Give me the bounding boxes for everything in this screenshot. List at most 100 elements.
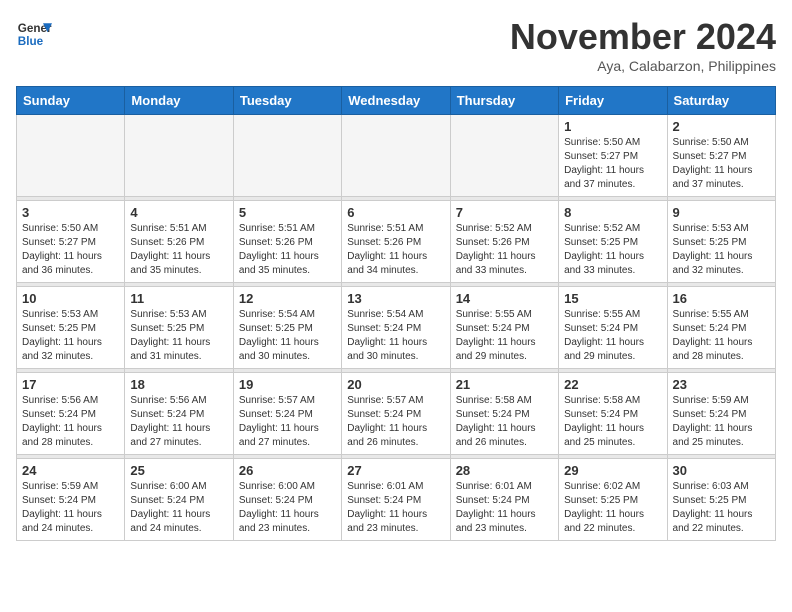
calendar-day-cell: 8 Sunrise: 5:52 AM Sunset: 5:25 PM Daylig… [559, 201, 667, 283]
calendar-week-row: 10Sunrise: 5:53 AM Sunset: 5:25 PM Dayli… [17, 287, 776, 369]
page-header: General Blue November 2024 Aya, Calabarz… [16, 16, 776, 74]
day-info: Sunrise: 5:58 AM Sunset: 5:24 PM Dayligh… [456, 394, 553, 450]
day-number: 24 [22, 463, 119, 478]
calendar-day-cell: 12Sunrise: 5:54 AM Sunset: 5:25 PM Dayli… [233, 287, 341, 369]
day-number: 27 [347, 463, 444, 478]
calendar-day-cell: 16 Sunrise: 5:55 AM Sunset: 5:24 PM Dayli… [667, 287, 775, 369]
calendar-day-cell: 26 Sunrise: 6:00 AM Sunset: 5:24 PM Dayli… [233, 459, 341, 541]
day-info: Sunrise: 5:51 AM Sunset: 5:26 PM Dayligh… [239, 222, 336, 278]
day-info: Sunrise: 5:57 AM Sunset: 5:24 PM Dayligh… [239, 394, 336, 450]
weekday-header: Tuesday [233, 87, 341, 115]
day-number: 25 [130, 463, 227, 478]
day-number: 22 [564, 377, 661, 392]
calendar-day-cell: 7 Sunrise: 5:52 AM Sunset: 5:26 PM Daylig… [450, 201, 558, 283]
day-info: Sunrise: 5:54 AM Sunset: 5:25 PM Dayligh… [239, 308, 336, 364]
day-number: 28 [456, 463, 553, 478]
calendar-week-row: 17 Sunrise: 5:56 AM Sunset: 5:24 PM Dayli… [17, 373, 776, 455]
day-number: 9 [673, 205, 770, 220]
calendar-day-cell: 22 Sunrise: 5:58 AM Sunset: 5:24 PM Dayli… [559, 373, 667, 455]
day-info: Sunrise: 5:58 AM Sunset: 5:24 PM Dayligh… [564, 394, 661, 450]
calendar-day-cell: 6Sunrise: 5:51 AM Sunset: 5:26 PM Daylig… [342, 201, 450, 283]
calendar-day-cell: 23 Sunrise: 5:59 AM Sunset: 5:24 PM Dayli… [667, 373, 775, 455]
day-number: 4 [130, 205, 227, 220]
calendar-week-row: 24 Sunrise: 5:59 AM Sunset: 5:24 PM Dayli… [17, 459, 776, 541]
day-info: Sunrise: 5:59 AM Sunset: 5:24 PM Dayligh… [22, 480, 119, 536]
calendar-day-cell: 5 Sunrise: 5:51 AM Sunset: 5:26 PM Daylig… [233, 201, 341, 283]
calendar-day-cell [125, 115, 233, 197]
svg-text:Blue: Blue [18, 35, 44, 48]
weekday-header: Sunday [17, 87, 125, 115]
day-info: Sunrise: 5:56 AM Sunset: 5:24 PM Dayligh… [22, 394, 119, 450]
calendar-week-row: 3 Sunrise: 5:50 AM Sunset: 5:27 PM Daylig… [17, 201, 776, 283]
day-number: 26 [239, 463, 336, 478]
day-info: Sunrise: 5:50 AM Sunset: 5:27 PM Dayligh… [22, 222, 119, 278]
logo-icon: General Blue [16, 16, 52, 52]
day-number: 3 [22, 205, 119, 220]
calendar-day-cell: 19 Sunrise: 5:57 AM Sunset: 5:24 PM Dayli… [233, 373, 341, 455]
calendar-day-cell: 10Sunrise: 5:53 AM Sunset: 5:25 PM Dayli… [17, 287, 125, 369]
location: Aya, Calabarzon, Philippines [510, 58, 776, 74]
day-number: 5 [239, 205, 336, 220]
day-number: 30 [673, 463, 770, 478]
calendar-day-cell: 1Sunrise: 5:50 AM Sunset: 5:27 PM Daylig… [559, 115, 667, 197]
day-number: 2 [673, 119, 770, 134]
calendar-day-cell [342, 115, 450, 197]
day-number: 29 [564, 463, 661, 478]
calendar-day-cell: 30Sunrise: 6:03 AM Sunset: 5:25 PM Dayli… [667, 459, 775, 541]
day-number: 20 [347, 377, 444, 392]
day-number: 21 [456, 377, 553, 392]
day-info: Sunrise: 6:00 AM Sunset: 5:24 PM Dayligh… [239, 480, 336, 536]
calendar-day-cell: 2Sunrise: 5:50 AM Sunset: 5:27 PM Daylig… [667, 115, 775, 197]
calendar-day-cell: 13Sunrise: 5:54 AM Sunset: 5:24 PM Dayli… [342, 287, 450, 369]
calendar-day-cell: 15 Sunrise: 5:55 AM Sunset: 5:24 PM Dayli… [559, 287, 667, 369]
weekday-header: Monday [125, 87, 233, 115]
calendar-day-cell [17, 115, 125, 197]
day-info: Sunrise: 6:02 AM Sunset: 5:25 PM Dayligh… [564, 480, 661, 536]
calendar-day-cell [233, 115, 341, 197]
month-title: November 2024 [510, 16, 776, 58]
day-info: Sunrise: 5:56 AM Sunset: 5:24 PM Dayligh… [130, 394, 227, 450]
calendar-day-cell: 4Sunrise: 5:51 AM Sunset: 5:26 PM Daylig… [125, 201, 233, 283]
day-info: Sunrise: 5:53 AM Sunset: 5:25 PM Dayligh… [673, 222, 770, 278]
day-info: Sunrise: 5:55 AM Sunset: 5:24 PM Dayligh… [673, 308, 770, 364]
day-info: Sunrise: 6:01 AM Sunset: 5:24 PM Dayligh… [456, 480, 553, 536]
day-number: 11 [130, 291, 227, 306]
weekday-header-row: SundayMondayTuesdayWednesdayThursdayFrid… [17, 87, 776, 115]
weekday-header: Saturday [667, 87, 775, 115]
day-info: Sunrise: 5:51 AM Sunset: 5:26 PM Dayligh… [347, 222, 444, 278]
day-number: 8 [564, 205, 661, 220]
day-number: 19 [239, 377, 336, 392]
calendar-table: SundayMondayTuesdayWednesdayThursdayFrid… [16, 86, 776, 541]
day-number: 15 [564, 291, 661, 306]
day-number: 7 [456, 205, 553, 220]
calendar-day-cell: 20 Sunrise: 5:57 AM Sunset: 5:24 PM Dayli… [342, 373, 450, 455]
weekday-header: Wednesday [342, 87, 450, 115]
day-info: Sunrise: 5:59 AM Sunset: 5:24 PM Dayligh… [673, 394, 770, 450]
calendar-day-cell: 25 Sunrise: 6:00 AM Sunset: 5:24 PM Dayli… [125, 459, 233, 541]
weekday-header: Friday [559, 87, 667, 115]
day-info: Sunrise: 5:53 AM Sunset: 5:25 PM Dayligh… [130, 308, 227, 364]
day-info: Sunrise: 5:57 AM Sunset: 5:24 PM Dayligh… [347, 394, 444, 450]
title-block: November 2024 Aya, Calabarzon, Philippin… [510, 16, 776, 74]
day-info: Sunrise: 5:55 AM Sunset: 5:24 PM Dayligh… [564, 308, 661, 364]
calendar-week-row: 1Sunrise: 5:50 AM Sunset: 5:27 PM Daylig… [17, 115, 776, 197]
weekday-header: Thursday [450, 87, 558, 115]
day-number: 17 [22, 377, 119, 392]
calendar-day-cell: 29 Sunrise: 6:02 AM Sunset: 5:25 PM Dayli… [559, 459, 667, 541]
calendar-day-cell: 24 Sunrise: 5:59 AM Sunset: 5:24 PM Dayli… [17, 459, 125, 541]
day-info: Sunrise: 5:53 AM Sunset: 5:25 PM Dayligh… [22, 308, 119, 364]
calendar-day-cell: 21 Sunrise: 5:58 AM Sunset: 5:24 PM Dayli… [450, 373, 558, 455]
day-info: Sunrise: 5:52 AM Sunset: 5:26 PM Dayligh… [456, 222, 553, 278]
day-number: 13 [347, 291, 444, 306]
day-info: Sunrise: 6:00 AM Sunset: 5:24 PM Dayligh… [130, 480, 227, 536]
calendar-day-cell: 9 Sunrise: 5:53 AM Sunset: 5:25 PM Daylig… [667, 201, 775, 283]
calendar-day-cell: 27Sunrise: 6:01 AM Sunset: 5:24 PM Dayli… [342, 459, 450, 541]
calendar-day-cell: 18 Sunrise: 5:56 AM Sunset: 5:24 PM Dayli… [125, 373, 233, 455]
day-info: Sunrise: 5:50 AM Sunset: 5:27 PM Dayligh… [564, 136, 661, 192]
day-number: 16 [673, 291, 770, 306]
day-number: 23 [673, 377, 770, 392]
calendar-day-cell: 11 Sunrise: 5:53 AM Sunset: 5:25 PM Dayli… [125, 287, 233, 369]
day-number: 18 [130, 377, 227, 392]
day-info: Sunrise: 5:52 AM Sunset: 5:25 PM Dayligh… [564, 222, 661, 278]
logo: General Blue [16, 16, 52, 52]
